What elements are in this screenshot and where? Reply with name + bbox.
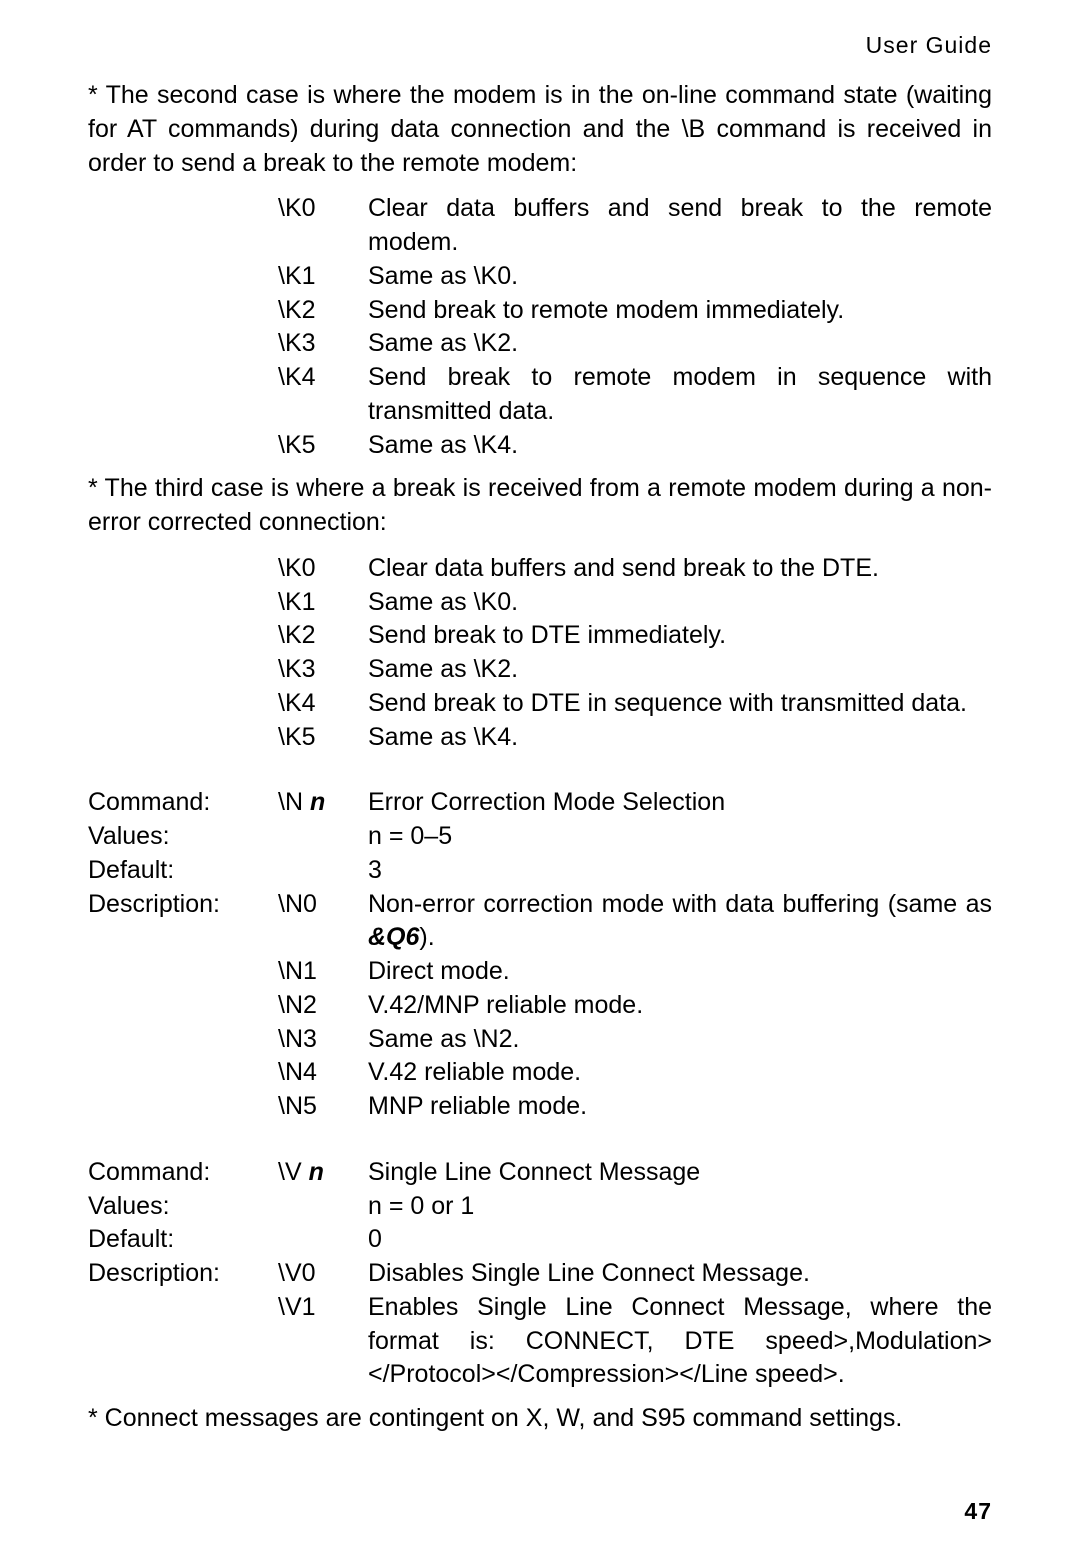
list-item: \K3 Same as \K2. xyxy=(88,653,992,687)
code-desc: Send break to DTE immediately. xyxy=(368,619,992,653)
page-number: 47 xyxy=(964,1496,992,1527)
code-label: \K3 xyxy=(278,327,368,361)
code-label: \K4 xyxy=(278,361,368,395)
code-label: \K0 xyxy=(278,192,368,226)
case2-intro: * The second case is where the modem is … xyxy=(88,79,992,180)
code-desc: MNP reliable mode. xyxy=(368,1090,992,1124)
command-v-block: Command: \V n Single Line Connect Messag… xyxy=(88,1156,992,1392)
code-desc: V.42/MNP reliable mode. xyxy=(368,989,992,1023)
list-item: \N4 V.42 reliable mode. xyxy=(88,1056,992,1090)
desc-post: ). xyxy=(419,923,434,951)
list-item: \K0 Clear data buffers and send break to… xyxy=(88,192,992,260)
code-label: \N1 xyxy=(278,955,368,989)
code-label: \K1 xyxy=(278,260,368,294)
desc-pre: Non-error correction mode with data buff… xyxy=(368,890,992,918)
code-desc: Same as \N2. xyxy=(368,1023,992,1057)
command-row: Command: \N n Error Correction Mode Sele… xyxy=(88,786,992,820)
list-item: \K0 Clear data buffers and send break to… xyxy=(88,552,992,586)
default-value: 3 xyxy=(368,854,992,888)
field-label: Default: xyxy=(88,1223,278,1257)
code-desc: Same as \K2. xyxy=(368,327,992,361)
code-label: \N2 xyxy=(278,989,368,1023)
list-item: \K4 Send break to DTE in sequence with t… xyxy=(88,687,992,721)
list-item: \N1 Direct mode. xyxy=(88,955,992,989)
code-desc: Same as \K4. xyxy=(368,429,992,463)
code-label: \K2 xyxy=(278,294,368,328)
command-row: Command: \V n Single Line Connect Messag… xyxy=(88,1156,992,1190)
code-desc: Same as \K2. xyxy=(368,653,992,687)
command-n-block: Command: \N n Error Correction Mode Sele… xyxy=(88,786,992,1124)
code-label: \K1 xyxy=(278,586,368,620)
command-value: \N n xyxy=(278,786,368,820)
list-item: \K5 Same as \K4. xyxy=(88,721,992,755)
list-item: \N3 Same as \N2. xyxy=(88,1023,992,1057)
code-desc: Disables Single Line Connect Message. xyxy=(368,1257,992,1291)
case2-list: \K0 Clear data buffers and send break to… xyxy=(88,192,992,462)
code-label: \N3 xyxy=(278,1023,368,1057)
code-desc: Same as \K0. xyxy=(368,586,992,620)
code-desc: Non-error correction mode with data buff… xyxy=(368,888,992,956)
default-row: Default: 3 xyxy=(88,854,992,888)
code-label: \V0 xyxy=(278,1257,368,1291)
code-label: \K5 xyxy=(278,429,368,463)
code-desc: V.42 reliable mode. xyxy=(368,1056,992,1090)
list-item: \K1 Same as \K0. xyxy=(88,586,992,620)
list-item: \K2 Send break to DTE immediately. xyxy=(88,619,992,653)
values-row: Values: n = 0 or 1 xyxy=(88,1190,992,1224)
command-arg: n xyxy=(310,788,325,816)
field-label: Description: xyxy=(88,888,278,922)
code-desc: Clear data buffers and send break to the… xyxy=(368,192,992,260)
code-desc: Direct mode. xyxy=(368,955,992,989)
footnote: * Connect messages are contingent on X, … xyxy=(88,1402,992,1436)
command-arg: n xyxy=(309,1158,324,1186)
list-item: \N2 V.42/MNP reliable mode. xyxy=(88,989,992,1023)
command-pre: \V xyxy=(278,1158,309,1186)
list-item: \K2 Send break to remote modem immediate… xyxy=(88,294,992,328)
list-item: Description: \N0 Non-error correction mo… xyxy=(88,888,992,956)
code-desc: Send break to DTE in sequence with trans… xyxy=(368,687,992,721)
values-row: Values: n = 0–5 xyxy=(88,820,992,854)
default-row: Default: 0 xyxy=(88,1223,992,1257)
code-label: \K4 xyxy=(278,687,368,721)
code-label: \V1 xyxy=(278,1291,368,1325)
code-desc: Send break to remote modem in sequence w… xyxy=(368,361,992,429)
command-value: \V n xyxy=(278,1156,368,1190)
code-label: \N0 xyxy=(278,888,368,922)
list-item: \K5 Same as \K4. xyxy=(88,429,992,463)
code-desc: Send break to remote modem immediately. xyxy=(368,294,992,328)
field-label: Values: xyxy=(88,1190,278,1224)
code-label: \K0 xyxy=(278,552,368,586)
field-label: Description: xyxy=(88,1257,278,1291)
field-label: Command: xyxy=(88,786,278,820)
code-desc: Clear data buffers and send break to the… xyxy=(368,552,992,586)
list-item: \N5 MNP reliable mode. xyxy=(88,1090,992,1124)
command-title: Single Line Connect Message xyxy=(368,1156,992,1190)
code-label: \N4 xyxy=(278,1056,368,1090)
code-desc: Same as \K4. xyxy=(368,721,992,755)
list-item: \K1 Same as \K0. xyxy=(88,260,992,294)
field-label: Default: xyxy=(88,854,278,888)
list-item: \K3 Same as \K2. xyxy=(88,327,992,361)
code-label: \K2 xyxy=(278,619,368,653)
code-label: \N5 xyxy=(278,1090,368,1124)
values-value: n = 0–5 xyxy=(368,820,992,854)
code-desc: Same as \K0. xyxy=(368,260,992,294)
code-desc: Enables Single Line Connect Message, whe… xyxy=(368,1291,992,1392)
field-label: Values: xyxy=(88,820,278,854)
code-label: \K3 xyxy=(278,653,368,687)
command-pre: \N xyxy=(278,788,310,816)
list-item: \K4 Send break to remote modem in sequen… xyxy=(88,361,992,429)
list-item: \V1 Enables Single Line Connect Message,… xyxy=(88,1291,992,1392)
desc-em: &Q6 xyxy=(368,923,419,951)
values-value: n = 0 or 1 xyxy=(368,1190,992,1224)
command-title: Error Correction Mode Selection xyxy=(368,786,992,820)
case3-list: \K0 Clear data buffers and send break to… xyxy=(88,552,992,755)
case3-intro: * The third case is where a break is rec… xyxy=(88,472,992,540)
page-header: User Guide xyxy=(88,30,992,61)
default-value: 0 xyxy=(368,1223,992,1257)
field-label: Command: xyxy=(88,1156,278,1190)
list-item: Description: \V0 Disables Single Line Co… xyxy=(88,1257,992,1291)
code-label: \K5 xyxy=(278,721,368,755)
